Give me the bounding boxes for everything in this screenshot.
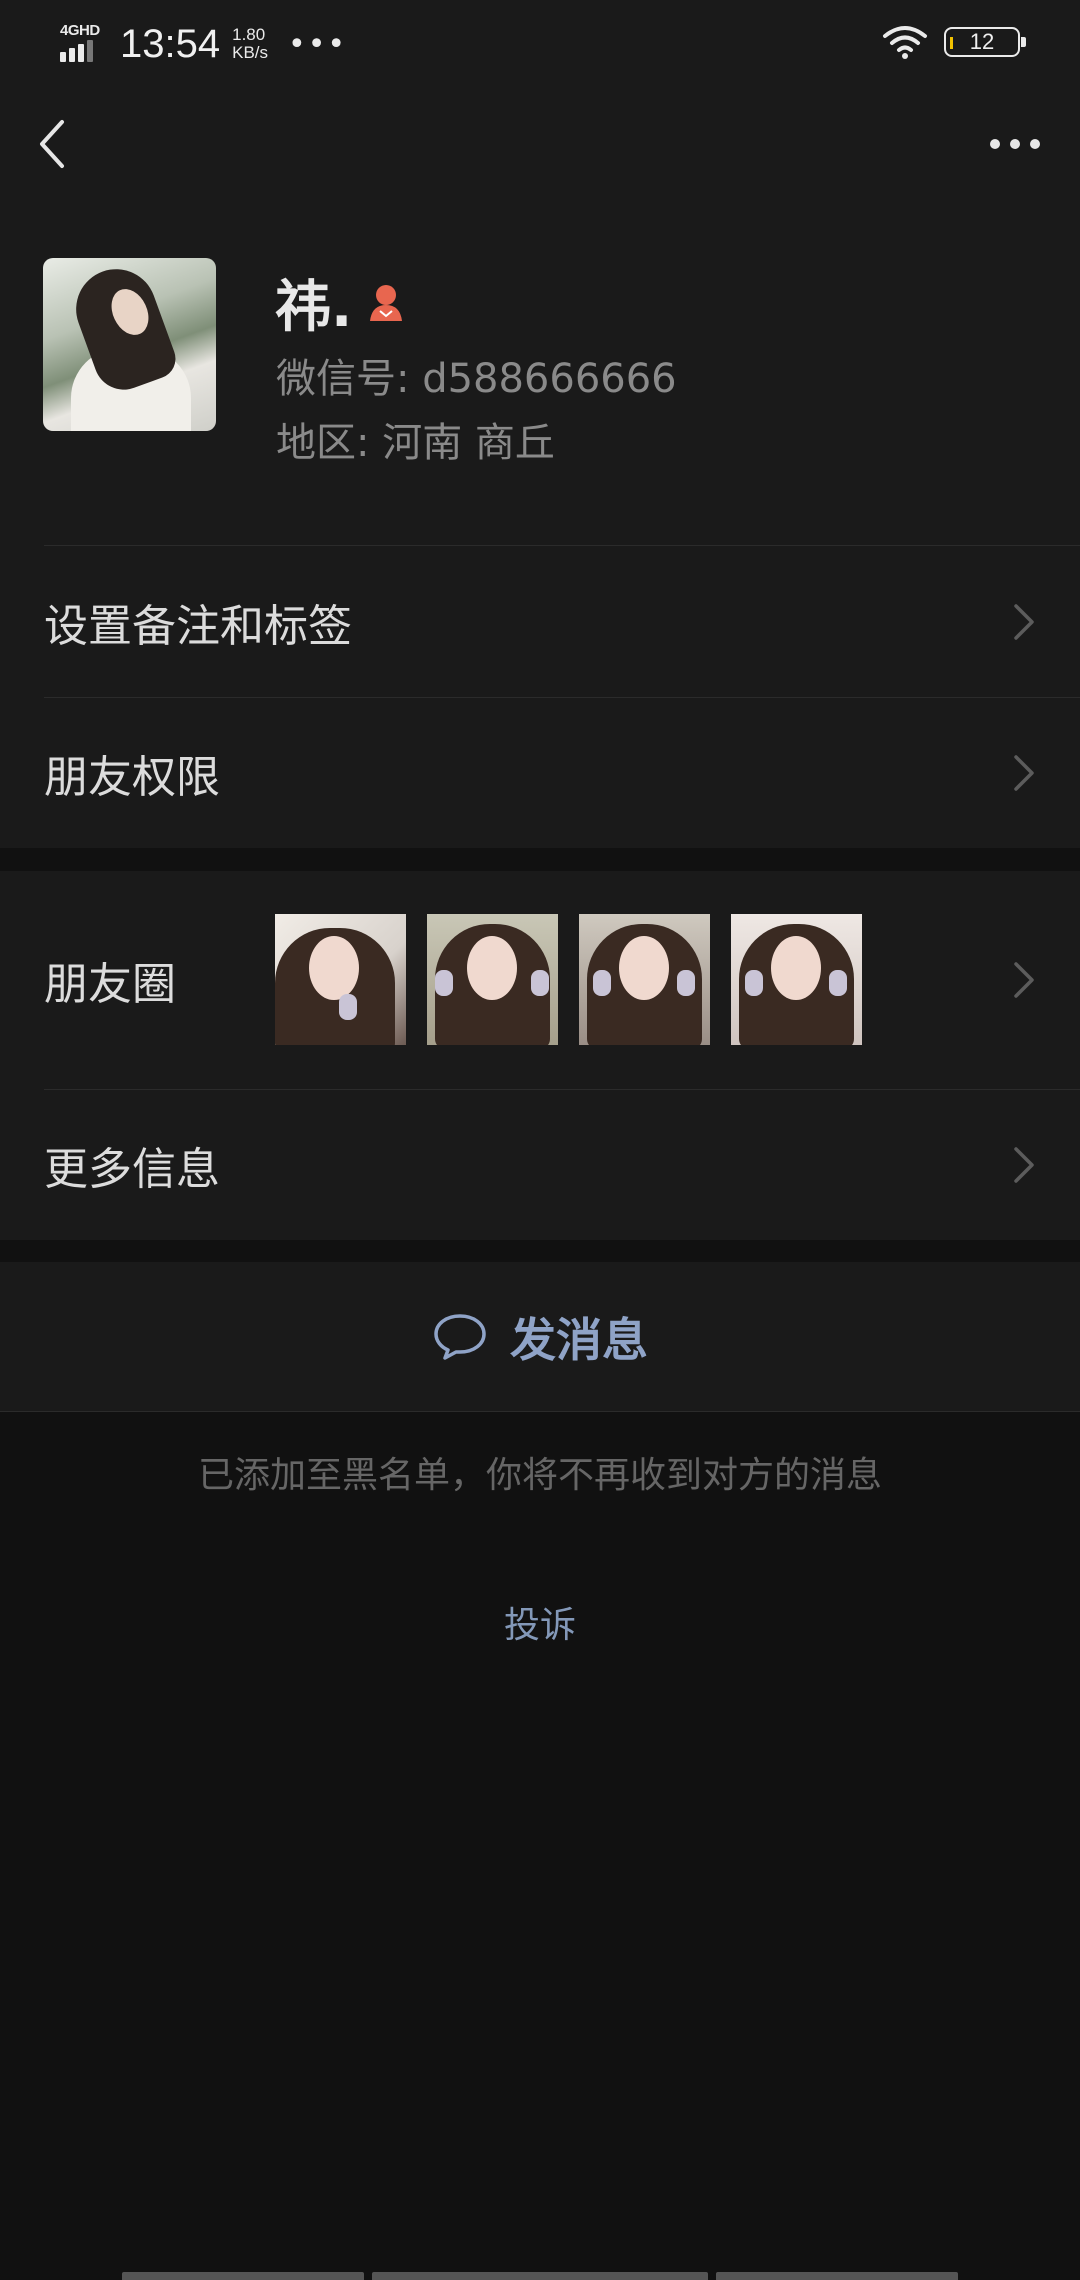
row-label: 朋友圈: [44, 959, 176, 1010]
chevron-right-icon: [1014, 603, 1034, 640]
back-button[interactable]: [32, 114, 92, 174]
nickname: 祎.: [275, 275, 353, 340]
more-dots-icon: [990, 139, 1000, 149]
gesture-bar: [122, 2272, 364, 2280]
moments-thumbnail: [731, 914, 862, 1045]
signal-icon: 4GHD: [58, 20, 106, 68]
moments-thumbnail: [275, 914, 406, 1045]
send-message-button[interactable]: 发消息: [0, 1262, 1080, 1412]
avatar[interactable]: [43, 258, 216, 431]
complain-link[interactable]: 投诉: [0, 1596, 1080, 1648]
gesture-bar: [716, 2272, 958, 2280]
row-label: 设置备注和标签: [44, 600, 352, 652]
more-options-button[interactable]: [980, 114, 1050, 174]
chevron-right-icon: [1014, 962, 1034, 998]
settings-list: 设置备注和标签 朋友权限: [0, 546, 1080, 848]
nav-bar: [0, 84, 1080, 212]
notification-dots-icon: •••: [288, 26, 348, 62]
chevron-left-icon: [40, 120, 64, 168]
contact-profile-page: 4GHD 13:54 1.80 KB/s ••• 12 祎. 微信号: d588…: [0, 0, 1080, 2280]
wechat-id: 微信号: d588666666: [276, 356, 677, 402]
chevron-right-icon: [1014, 754, 1034, 791]
moments-thumbnails: [275, 914, 862, 1045]
chevron-right-icon: [1014, 1146, 1034, 1183]
moments-thumbnail: [427, 914, 558, 1045]
female-icon: [370, 284, 403, 321]
row-label: 更多信息: [44, 1143, 220, 1195]
moments-row[interactable]: 朋友圈: [0, 871, 1080, 1089]
network-speed: 1.80 KB/s: [232, 25, 269, 62]
status-bar: 4GHD 13:54 1.80 KB/s ••• 12: [0, 0, 1080, 84]
send-message-label: 发消息: [510, 1312, 648, 1367]
info-list: 朋友圈 更多信息: [0, 871, 1080, 1240]
chat-bubble-icon: [434, 1313, 486, 1360]
moments-thumbnail: [579, 914, 710, 1045]
battery-icon: 12: [944, 27, 1026, 57]
remark-tags-row[interactable]: 设置备注和标签: [0, 546, 1080, 697]
region: 地区: 河南 商丘: [276, 420, 555, 466]
wifi-icon: [883, 26, 927, 59]
gesture-bar: [372, 2272, 708, 2280]
friend-permissions-row[interactable]: 朋友权限: [0, 697, 1080, 848]
status-time: 13:54: [120, 21, 221, 66]
more-info-row[interactable]: 更多信息: [0, 1089, 1080, 1240]
row-label: 朋友权限: [44, 751, 220, 803]
profile-header: 祎. 微信号: d588666666 地区: 河南 商丘: [0, 212, 1080, 546]
blacklist-notice: 已添加至黑名单，你将不再收到对方的消息: [197, 1455, 882, 1496]
